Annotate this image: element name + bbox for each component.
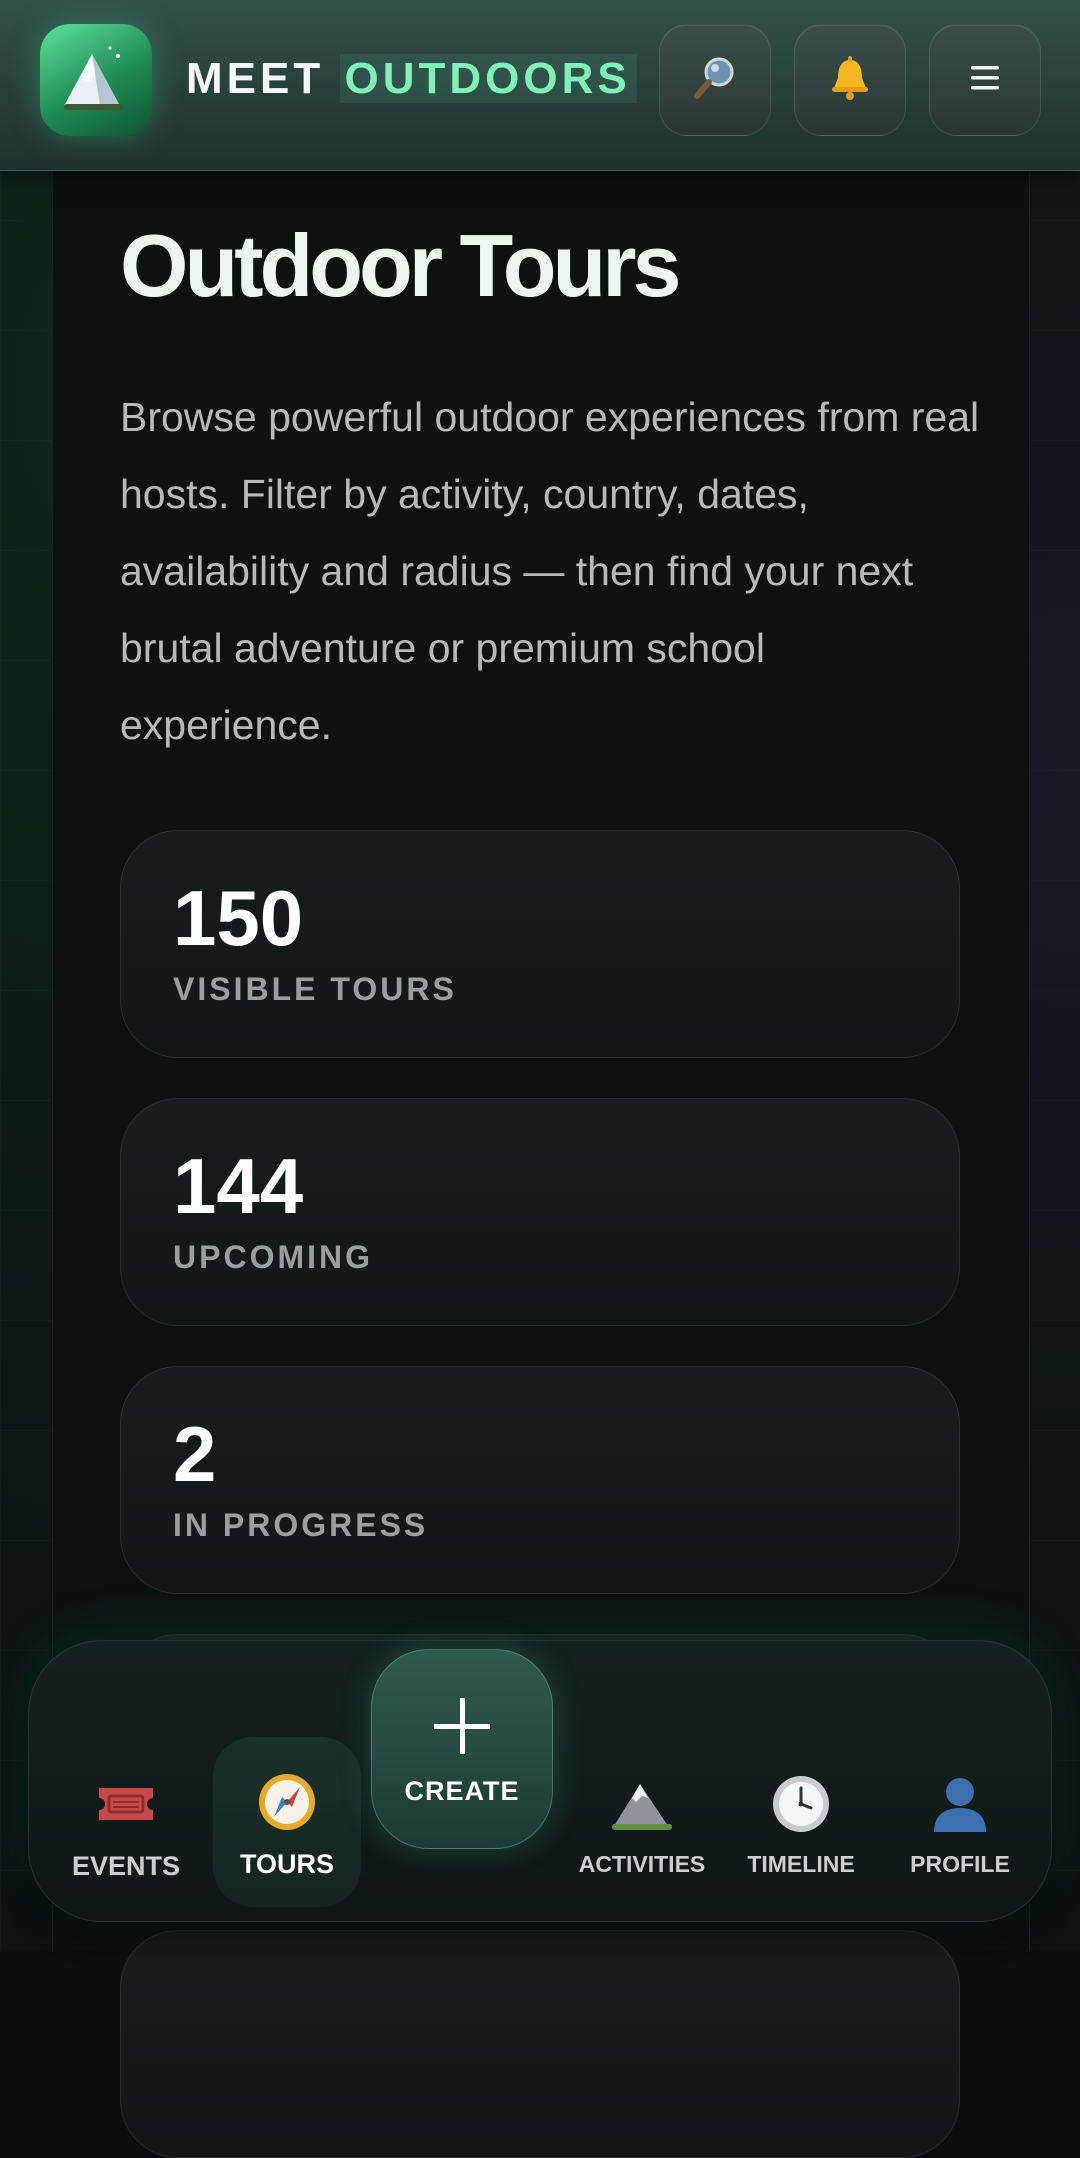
stat-card-partial-2: [120, 1930, 960, 2158]
clock-icon: [726, 1769, 876, 1839]
stat-value: 144: [173, 1142, 304, 1230]
top-header: MEET OUTDOORS: [0, 0, 1080, 171]
brand-accent: OUTDOORS: [340, 54, 637, 103]
page-description: Browse powerful outdoor experiences from…: [120, 394, 980, 748]
mountain-logo-icon[interactable]: [40, 24, 152, 136]
bell-icon: [826, 54, 874, 107]
nav-label: EVENTS: [71, 1851, 181, 1881]
nav-item-profile[interactable]: PROFILE: [885, 1769, 1035, 1878]
stat-label: UPCOMING: [173, 1239, 373, 1275]
brand-name[interactable]: MEET OUTDOORS: [186, 54, 637, 104]
mountain-icon: [567, 1769, 717, 1839]
stat-card-visible-tours[interactable]: 150 VISIBLE TOURS: [120, 830, 960, 1058]
nav-item-timeline[interactable]: TIMELINE: [726, 1769, 876, 1878]
nav-label: ACTIVITIES: [578, 1851, 706, 1877]
stat-label: IN PROGRESS: [173, 1507, 429, 1543]
compass-icon: [213, 1767, 361, 1837]
ticket-icon: [51, 1769, 201, 1839]
user-icon: [885, 1769, 1035, 1839]
notifications-button[interactable]: [794, 24, 906, 136]
create-button[interactable]: CREATE: [371, 1649, 553, 1849]
nav-item-events[interactable]: EVENTS: [51, 1769, 201, 1882]
nav-label: TIMELINE: [747, 1851, 855, 1877]
plus-icon: [432, 1696, 492, 1761]
brand-primary: MEET: [186, 54, 325, 103]
search-button[interactable]: [659, 24, 771, 136]
stat-value: 2: [173, 1410, 217, 1498]
stat-card-upcoming[interactable]: 144 UPCOMING: [120, 1098, 960, 1326]
nav-label: TOURS: [239, 1849, 334, 1879]
nav-label: CREATE: [404, 1776, 520, 1806]
search-icon: [691, 54, 739, 107]
stat-card-in-progress[interactable]: 2 IN PROGRESS: [120, 1366, 960, 1594]
nav-label: PROFILE: [910, 1851, 1010, 1877]
menu-button[interactable]: [929, 24, 1041, 136]
stat-value: 150: [173, 874, 304, 962]
bottom-navigation: EVENTS TOURS CREATE ACTIVITIES TIMELINE …: [28, 1640, 1052, 1922]
hamburger-menu-icon: [965, 58, 1005, 103]
nav-item-tours[interactable]: TOURS: [213, 1737, 361, 1907]
stat-label: VISIBLE TOURS: [173, 971, 457, 1007]
nav-item-activities[interactable]: ACTIVITIES: [567, 1769, 717, 1878]
page-title: Outdoor Tours: [120, 216, 681, 315]
